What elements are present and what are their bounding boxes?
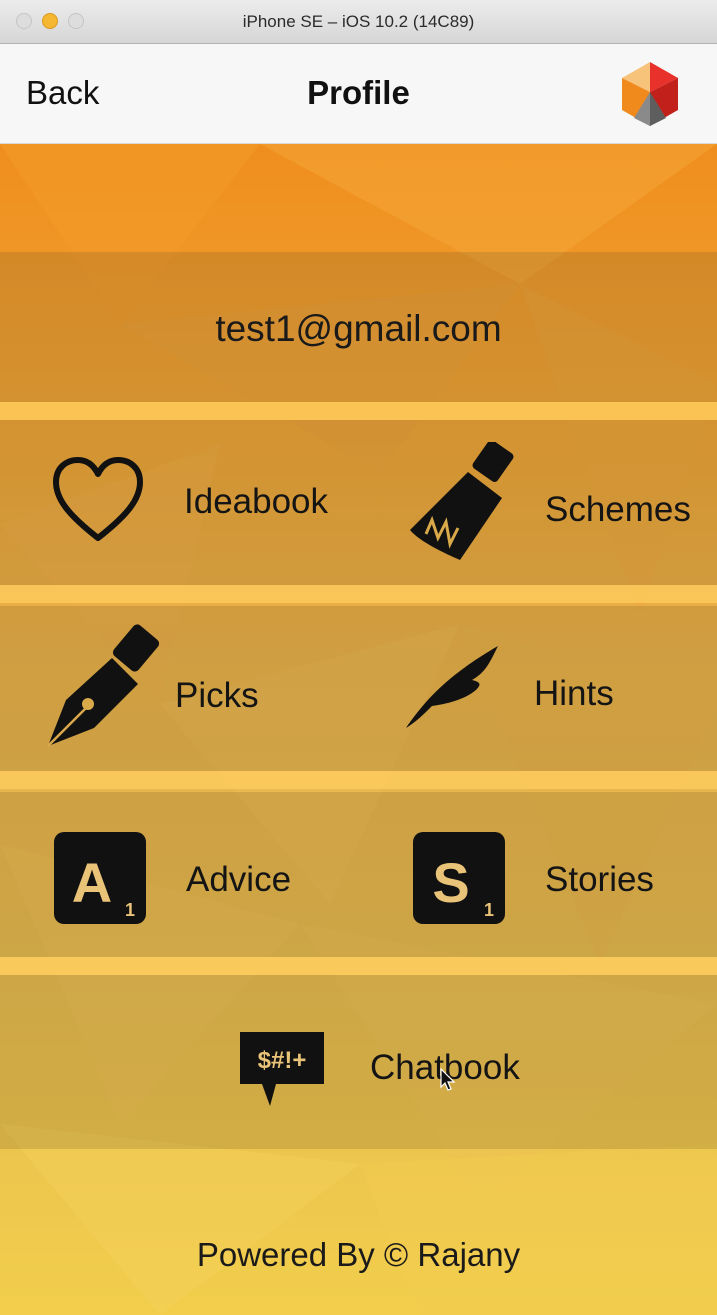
speech-bubble-icon: $#!+	[240, 1032, 324, 1106]
hints-label: Hints	[534, 674, 614, 713]
letter-tile-s-icon: S 1	[413, 832, 505, 924]
schemes-item[interactable]: Schemes	[400, 426, 710, 576]
picks-item[interactable]: Picks	[40, 616, 360, 766]
chatbook-label: Chatbook	[370, 1048, 520, 1087]
divider	[0, 957, 717, 975]
powered-by-footer: Powered By © Rajany	[196, 1236, 521, 1273]
hints-item[interactable]: Hints	[400, 616, 710, 766]
svg-text:$#!+: $#!+	[258, 1047, 307, 1074]
schemes-label: Schemes	[545, 490, 691, 529]
letter-tile-a-icon: A 1	[54, 832, 146, 924]
divider	[0, 585, 717, 603]
svg-text:1: 1	[484, 900, 494, 920]
svg-text:A: A	[72, 851, 112, 914]
ideabook-item[interactable]: Ideabook	[40, 426, 360, 576]
simulator-titlebar: iPhone SE – iOS 10.2 (14C89)	[0, 0, 717, 44]
advice-item[interactable]: A 1 Advice	[40, 800, 360, 950]
fountain-pen-icon	[47, 624, 160, 747]
user-email: test1@gmail.com	[215, 308, 502, 349]
cube-logo-icon[interactable]	[614, 58, 686, 130]
stories-item[interactable]: S 1 Stories	[400, 800, 710, 950]
back-button[interactable]: Back	[26, 74, 99, 112]
svg-text:S: S	[432, 851, 469, 914]
feather-icon	[406, 646, 498, 728]
ideabook-label: Ideabook	[184, 482, 329, 521]
profile-content: test1@gmail.com Ideabook Schemes Picks H…	[0, 144, 717, 1315]
divider	[0, 402, 717, 420]
svg-text:1: 1	[125, 900, 135, 920]
advice-label: Advice	[186, 860, 292, 899]
paintbrush-icon	[410, 442, 514, 560]
navigation-bar: Back Profile	[0, 44, 717, 144]
divider	[0, 771, 717, 789]
picks-label: Picks	[175, 676, 259, 715]
chatbook-item[interactable]: $#!+ Chatbook	[230, 1014, 550, 1144]
heart-icon	[53, 457, 143, 541]
page-title: Profile	[307, 74, 410, 111]
stories-label: Stories	[545, 860, 654, 899]
window-title: iPhone SE – iOS 10.2 (14C89)	[242, 12, 475, 31]
